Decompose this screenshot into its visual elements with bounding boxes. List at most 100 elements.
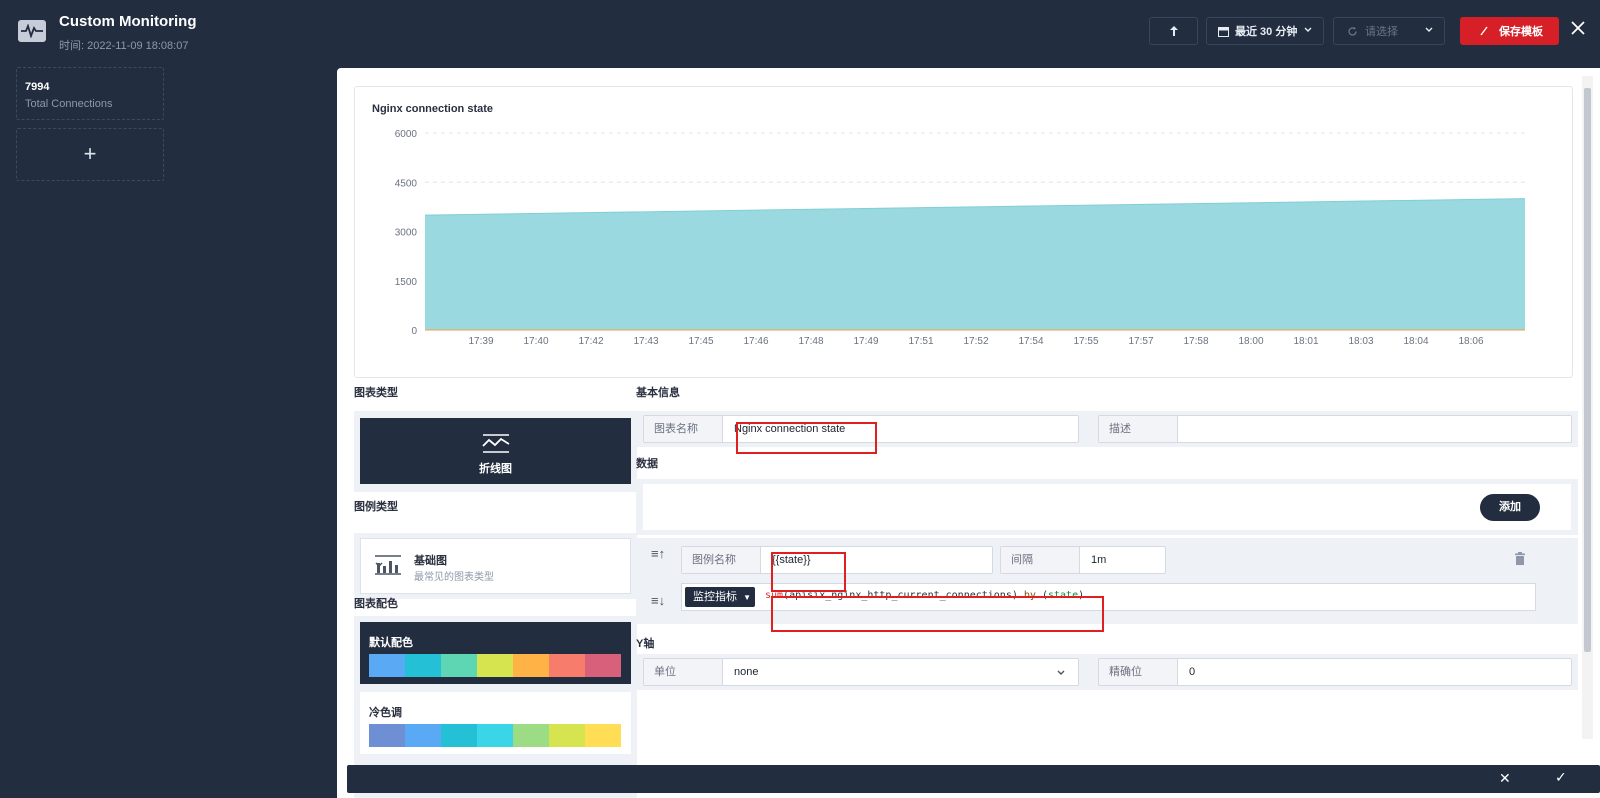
x-tick-label: 18:06: [1458, 336, 1483, 347]
x-tick-label: 18:03: [1348, 336, 1373, 347]
color-swatch: [369, 724, 405, 747]
refresh-icon: [1348, 26, 1357, 36]
total-connections-card[interactable]: 7994 Total Connections: [16, 67, 164, 120]
move-down-icon[interactable]: ≡↓: [651, 593, 665, 608]
x-tick-label: 17:52: [963, 336, 988, 347]
chevron-down-icon: [1057, 670, 1065, 675]
time-range-select[interactable]: 最近 30 分钟: [1206, 17, 1324, 45]
palette-cold-swatches: [369, 724, 621, 747]
x-tick-label: 17:57: [1128, 336, 1153, 347]
chart-name-label: 图表名称: [644, 416, 723, 442]
x-tick-label: 17:54: [1018, 336, 1043, 347]
data-toolbar-inner: 添加: [643, 484, 1571, 530]
interval-label: 间隔: [1001, 547, 1080, 573]
precision-value: 0: [1189, 666, 1196, 678]
legend-type-heading: 图例类型: [354, 501, 398, 513]
total-connections-value: 7994: [25, 81, 50, 93]
legend-type-box: 基础图 最常见的图表类型: [354, 533, 637, 599]
data-heading: 数据: [636, 458, 658, 470]
palette-cold-name: 冷色调: [369, 707, 402, 719]
metric-type-dropdown[interactable]: 监控指标 ▼: [685, 587, 755, 607]
metric-type-label: 监控指标: [693, 591, 737, 603]
palette-default-option[interactable]: 默认配色: [360, 622, 631, 684]
monitor-icon: [18, 20, 46, 42]
x-tick-label: 17:51: [908, 336, 933, 347]
x-tick-label: 17:49: [853, 336, 878, 347]
top-bar: Custom Monitoring 时间: 2022-11-09 18:08:0…: [0, 0, 1600, 66]
color-swatch: [549, 724, 585, 747]
upload-icon: [1169, 26, 1178, 36]
x-tick-label: 17:46: [743, 336, 768, 347]
chart-type-line-option[interactable]: 折线图: [360, 418, 631, 484]
scrollbar-thumb[interactable]: [1584, 88, 1591, 652]
area-series: [425, 198, 1525, 330]
caret-down-icon: ▼: [743, 593, 751, 602]
time-range-label: 最近 30 分钟: [1235, 26, 1298, 38]
x-tick-label: 17:48: [798, 336, 823, 347]
scrollbar[interactable]: [1582, 76, 1593, 739]
color-swatch: [441, 724, 477, 747]
bottom-action-bar: ✕ ✓: [347, 765, 1600, 793]
x-tick-label: 18:00: [1238, 336, 1263, 347]
confirm-icon[interactable]: ✓: [1555, 769, 1567, 786]
description-field[interactable]: 描述: [1098, 415, 1572, 443]
add-query-button[interactable]: 添加: [1480, 494, 1540, 521]
palette-cold-option[interactable]: 冷色调: [360, 692, 631, 754]
chart-type-heading: 图表类型: [354, 387, 398, 399]
y-tick-label: 3000: [395, 228, 418, 239]
calendar-icon: [1218, 26, 1229, 37]
save-template-label: 保存模板: [1499, 26, 1543, 38]
x-tick-label: 18:04: [1403, 336, 1428, 347]
unit-value: none: [734, 666, 759, 678]
trash-icon[interactable]: [1514, 552, 1526, 565]
upload-button[interactable]: [1149, 17, 1198, 45]
x-tick-label: 17:40: [523, 336, 548, 347]
y-axis-heading: Y轴: [636, 638, 655, 650]
unit-select[interactable]: 单位 none: [643, 658, 1079, 686]
save-template-button[interactable]: 保存模板: [1460, 17, 1559, 45]
chart-type-line-label: 折线图: [479, 463, 512, 475]
color-swatch: [585, 654, 621, 677]
color-swatch: [549, 654, 585, 677]
palette-heading: 图表配色: [354, 598, 398, 610]
chevron-down-icon: [1304, 27, 1312, 32]
color-swatch: [477, 654, 513, 677]
color-swatch: [405, 724, 441, 747]
description-label: 描述: [1099, 416, 1178, 442]
close-icon[interactable]: [1570, 20, 1590, 40]
move-up-icon[interactable]: ≡↑: [651, 546, 665, 561]
refresh-placeholder: 请选择: [1365, 26, 1398, 38]
highlight-box: [771, 596, 1104, 632]
color-swatch: [441, 654, 477, 677]
interval-field[interactable]: 间隔 1m: [1000, 546, 1166, 574]
y-tick-label: 6000: [395, 129, 418, 140]
cancel-icon[interactable]: ✕: [1499, 770, 1511, 787]
pen-icon: [1480, 26, 1488, 36]
chevron-down-icon: [375, 562, 383, 567]
y-tick-label: 0: [411, 326, 417, 337]
precision-label: 精确位: [1099, 659, 1178, 685]
color-swatch: [585, 724, 621, 747]
color-swatch: [369, 654, 405, 677]
add-panel-button[interactable]: +: [16, 128, 164, 181]
legend-type-title: 基础图: [414, 555, 447, 567]
x-tick-label: 17:43: [633, 336, 658, 347]
area-chart: 0 1500 3000 4500 6000 17:39 17:40 17:42 17:43 17:…: [395, 129, 1526, 347]
chart-preview: Nginx connection state 0 1500 3000 4500 6000…: [354, 86, 1573, 378]
color-swatch: [477, 724, 513, 747]
precision-field[interactable]: 精确位 0: [1098, 658, 1572, 686]
x-tick-label: 17:55: [1073, 336, 1098, 347]
color-swatch: [513, 654, 549, 677]
x-tick-label: 17:58: [1183, 336, 1208, 347]
legend-type-select[interactable]: 基础图 最常见的图表类型: [360, 538, 631, 594]
basic-info-heading: 基本信息: [636, 387, 680, 399]
chart-editor-panel: Nginx connection state 0 1500 3000 4500 6000…: [337, 68, 1600, 798]
highlight-box: [736, 422, 877, 454]
refresh-interval-select[interactable]: 请选择: [1333, 17, 1445, 45]
interval-value: 1m: [1091, 554, 1107, 566]
app-title: Custom Monitoring: [59, 13, 197, 30]
x-tick-label: 17:39: [468, 336, 493, 347]
x-tick-label: 17:45: [688, 336, 713, 347]
data-toolbar: 添加: [636, 479, 1578, 535]
palette-default-name: 默认配色: [369, 637, 413, 649]
